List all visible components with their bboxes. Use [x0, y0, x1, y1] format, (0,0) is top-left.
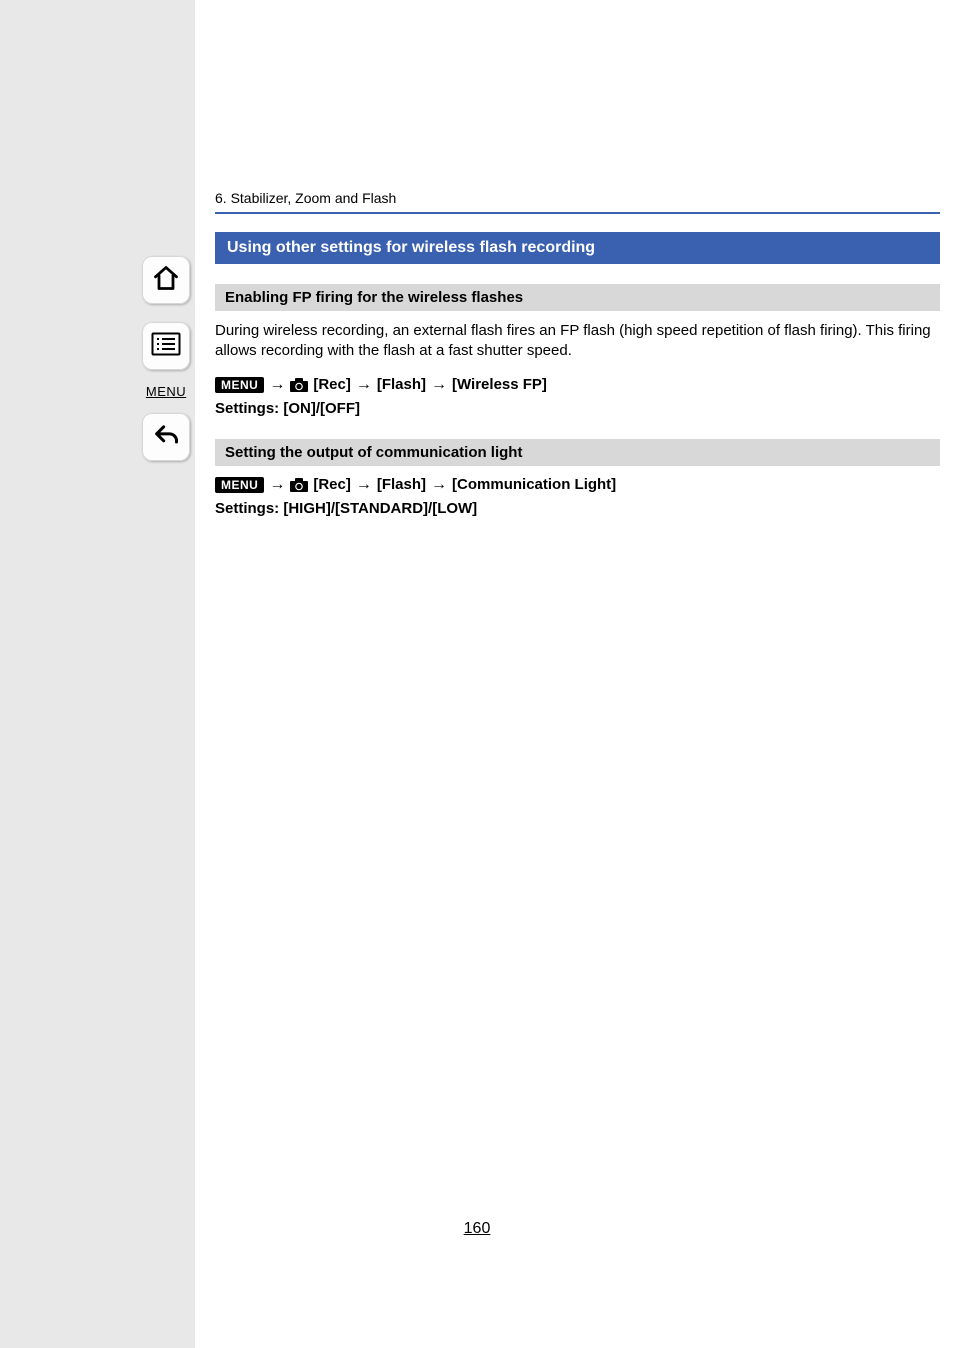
path-seg: [Rec]: [313, 376, 351, 393]
home-icon: [152, 264, 180, 297]
contents-list-icon: [151, 332, 181, 361]
camera-icon: [290, 478, 308, 492]
menu-path-comm: MENU → [Rec] → [Flash] → [Communication …: [215, 476, 940, 494]
path-seg: [Communication Light]: [452, 476, 616, 493]
body-text-fp: During wireless recording, an external f…: [215, 321, 940, 362]
camera-icon: [290, 378, 308, 392]
menu-pill-icon: MENU: [215, 377, 264, 393]
back-arrow-icon: [152, 421, 180, 454]
section-title: Using other settings for wireless flash …: [215, 232, 940, 264]
path-seg: [Rec]: [313, 476, 351, 493]
page-number: 160: [0, 1220, 954, 1238]
nav-home-button[interactable]: [142, 256, 190, 304]
arrow-icon: →: [431, 376, 447, 394]
arrow-icon: →: [269, 376, 285, 394]
nav-menu-button[interactable]: MENU: [142, 384, 190, 399]
menu-path-fp: MENU → [Rec] → [Flash] → [Wireless FP]: [215, 376, 940, 394]
path-seg: [Flash]: [377, 476, 426, 493]
path-seg: [Wireless FP]: [452, 376, 547, 393]
arrow-icon: →: [269, 476, 285, 494]
arrow-icon: →: [356, 376, 372, 394]
settings-fp: Settings: [ON]/[OFF]: [215, 400, 940, 417]
subsection-title-comm: Setting the output of communication ligh…: [215, 439, 940, 466]
arrow-icon: →: [356, 476, 372, 494]
path-seg: [Flash]: [377, 376, 426, 393]
arrow-icon: →: [431, 476, 447, 494]
menu-pill-icon: MENU: [215, 477, 264, 493]
nav-back-button[interactable]: [142, 413, 190, 461]
chapter-header: 6. Stabilizer, Zoom and Flash: [215, 190, 940, 214]
nav-contents-button[interactable]: [142, 322, 190, 370]
subsection-title-fp: Enabling FP firing for the wireless flas…: [215, 284, 940, 311]
settings-comm: Settings: [HIGH]/[STANDARD]/[LOW]: [215, 500, 940, 517]
